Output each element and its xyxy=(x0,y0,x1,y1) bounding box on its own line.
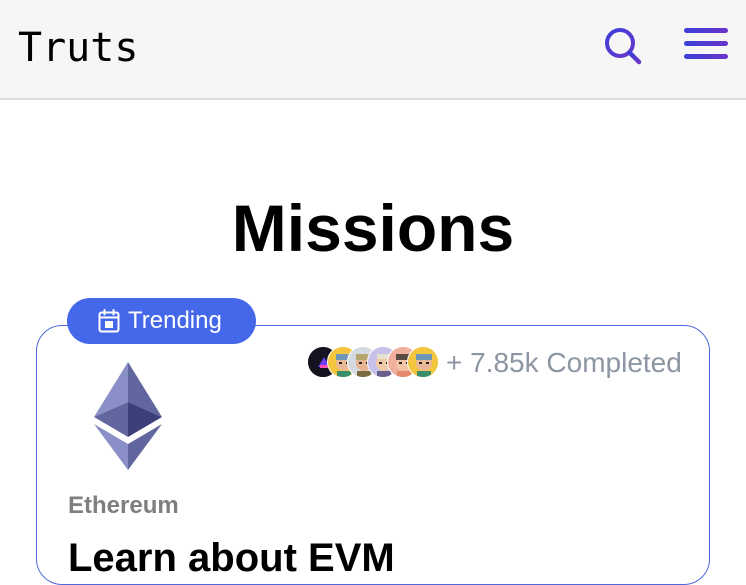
trending-label: Trending xyxy=(128,307,222,334)
mission-title[interactable]: Learn about EVM xyxy=(68,536,395,581)
menu-bar xyxy=(684,41,728,46)
menu-button[interactable] xyxy=(684,28,728,62)
truts-logo[interactable]: Truts xyxy=(18,24,138,72)
network-label: Ethereum xyxy=(68,492,179,519)
menu-bar xyxy=(684,54,728,59)
search-button[interactable] xyxy=(603,26,643,66)
completed-count: + 7.85k Completed xyxy=(446,347,682,378)
calendar-icon xyxy=(98,309,120,333)
page-title: Missions xyxy=(231,191,515,265)
completed-avatars xyxy=(307,346,447,380)
search-icon xyxy=(605,28,642,65)
menu-bar xyxy=(684,28,728,33)
trending-badge: Trending xyxy=(67,298,256,344)
avatar xyxy=(407,346,439,378)
ethereum-logo-icon xyxy=(94,362,162,470)
top-header: Truts xyxy=(0,0,746,100)
